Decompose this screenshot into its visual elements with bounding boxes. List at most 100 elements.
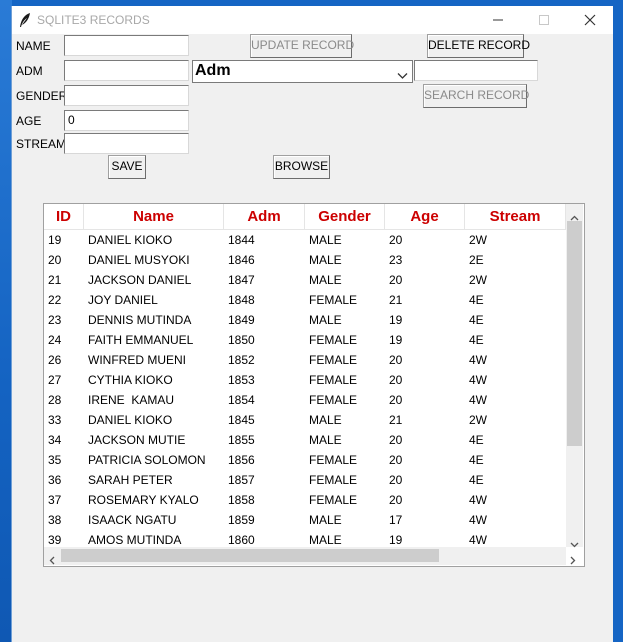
column-header-gender[interactable]: Gender [305,204,385,229]
cell-gender: FEMALE [309,353,358,367]
cell-stream: 2E [469,253,484,267]
cell-age: 17 [389,513,403,527]
search-input[interactable] [414,60,538,81]
column-header-adm[interactable]: Adm [224,204,305,229]
browse-button[interactable]: BROWSE [273,155,330,179]
scroll-right-icon[interactable] [570,552,576,570]
table-row[interactable]: 23 DENNIS MUTINDA 1849 MALE 19 4E [44,310,566,330]
table-row[interactable]: 19 DANIEL KIOKO 1844 MALE 20 2W [44,230,566,250]
cell-name: WINFRED MUENI [88,353,186,367]
cell-name: DANIEL KIOKO [88,233,173,247]
table-row[interactable]: 37 ROSEMARY KYALO 1858 FEMALE 20 4W [44,490,566,510]
table-row[interactable]: 26 WINFRED MUENI 1852 FEMALE 20 4W [44,350,566,370]
table-row[interactable]: 21 JACKSON DANIEL 1847 MALE 20 2W [44,270,566,290]
title-bar[interactable]: SQLITE3 RECORDS [12,6,613,34]
cell-adm: 1855 [228,433,255,447]
column-header-name[interactable]: Name [84,204,224,229]
scroll-left-icon[interactable] [49,552,55,570]
adm-input[interactable] [64,60,189,81]
search-record-button[interactable]: SEARCH RECORD [423,84,529,108]
cell-name: IRENE KAMAU [88,393,175,407]
table-body[interactable]: 19 DANIEL KIOKO 1844 MALE 20 2W 20 DANIEL MUSYO… [44,230,566,547]
scroll-down-icon[interactable] [570,535,579,553]
feather-icon [18,12,32,28]
cell-age: 19 [389,333,403,347]
close-button[interactable] [567,6,613,34]
cell-age: 20 [389,273,403,287]
delete-record-button[interactable]: DELETE RECORD [427,34,530,58]
cell-gender: MALE [309,253,342,267]
records-table[interactable]: ID Name Adm Gender Age Stream 19 DANIEL KIOKO 1… [43,203,585,567]
column-header-id[interactable]: ID [44,204,84,229]
cell-age: 23 [389,253,403,267]
cell-id: 28 [48,393,62,407]
cell-gender: MALE [309,273,342,287]
minimize-icon [493,19,503,21]
cell-age: 20 [389,373,403,387]
chevron-down-icon[interactable] [397,67,408,85]
cell-stream: 4E [469,313,484,327]
cell-stream: 4W [469,393,487,407]
cell-gender: MALE [309,533,342,547]
table-row[interactable]: 36 SARAH PETER 1857 FEMALE 20 4E [44,470,566,490]
age-input[interactable]: 0 [64,110,189,131]
save-button[interactable]: SAVE [108,155,146,179]
horizontal-scrollbar[interactable] [44,547,576,565]
cell-stream: 4W [469,513,487,527]
vertical-scrollbar[interactable] [566,204,583,548]
cell-stream: 4E [469,453,484,467]
cell-gender: MALE [309,313,342,327]
minimize-button[interactable] [475,6,521,34]
cell-adm: 1844 [228,233,255,247]
cell-stream: 4W [469,533,487,547]
table-row[interactable]: 39 AMOS MUTINDA 1860 MALE 19 4W [44,530,566,547]
cell-age: 21 [389,413,403,427]
cell-id: 26 [48,353,62,367]
cell-adm: 1853 [228,373,255,387]
table-row[interactable]: 35 PATRICIA SOLOMON 1856 FEMALE 20 4E [44,450,566,470]
cell-adm: 1848 [228,293,255,307]
cell-adm: 1857 [228,473,255,487]
table-row[interactable]: 20 DANIEL MUSYOKI 1846 MALE 23 2E [44,250,566,270]
cell-id: 33 [48,413,62,427]
cell-adm: 1847 [228,273,255,287]
cell-gender: FEMALE [309,393,358,407]
maximize-button[interactable] [521,6,567,34]
cell-name: JOY DANIEL [88,293,158,307]
table-row[interactable]: 24 FAITH EMMANUEL 1850 FEMALE 19 4E [44,330,566,350]
adm-label: ADM [16,64,43,78]
stream-input[interactable] [64,133,189,154]
cell-stream: 4E [469,473,484,487]
cell-name: FAITH EMMANUEL [88,333,194,347]
cell-stream: 2W [469,273,487,287]
cell-gender: MALE [309,513,342,527]
cell-name: DENNIS MUTINDA [88,313,192,327]
table-row[interactable]: 22 JOY DANIEL 1848 FEMALE 21 4E [44,290,566,310]
table-row[interactable]: 33 DANIEL KIOKO 1845 MALE 21 2W [44,410,566,430]
age-label: AGE [16,114,42,128]
search-field-combobox[interactable]: Adm [192,60,413,83]
table-row[interactable]: 28 IRENE KAMAU 1854 FEMALE 20 4W [44,390,566,410]
table-row[interactable]: 27 CYTHIA KIOKO 1853 FEMALE 20 4W [44,370,566,390]
horizontal-scroll-thumb[interactable] [61,549,439,562]
name-input[interactable] [64,35,189,56]
gender-label: GENDER [16,89,68,103]
cell-id: 36 [48,473,62,487]
table-row[interactable]: 38 ISAACK NGATU 1859 MALE 17 4W [44,510,566,530]
cell-id: 19 [48,233,62,247]
cell-gender: FEMALE [309,373,358,387]
cell-stream: 4W [469,493,487,507]
table-row[interactable]: 34 JACKSON MUTIE 1855 MALE 20 4E [44,430,566,450]
cell-gender: FEMALE [309,293,358,307]
column-header-age[interactable]: Age [385,204,465,229]
window-title: SQLITE3 RECORDS [37,13,150,27]
cell-adm: 1846 [228,253,255,267]
gender-input[interactable] [64,85,189,106]
cell-age: 19 [389,313,403,327]
cell-name: DANIEL KIOKO [88,413,173,427]
update-record-button[interactable]: UPDATE RECORD [250,34,354,58]
stream-label: STREAM [16,137,67,151]
combobox-selected-value: Adm [195,62,231,79]
vertical-scroll-thumb[interactable] [567,221,582,446]
column-header-stream[interactable]: Stream [465,204,566,229]
